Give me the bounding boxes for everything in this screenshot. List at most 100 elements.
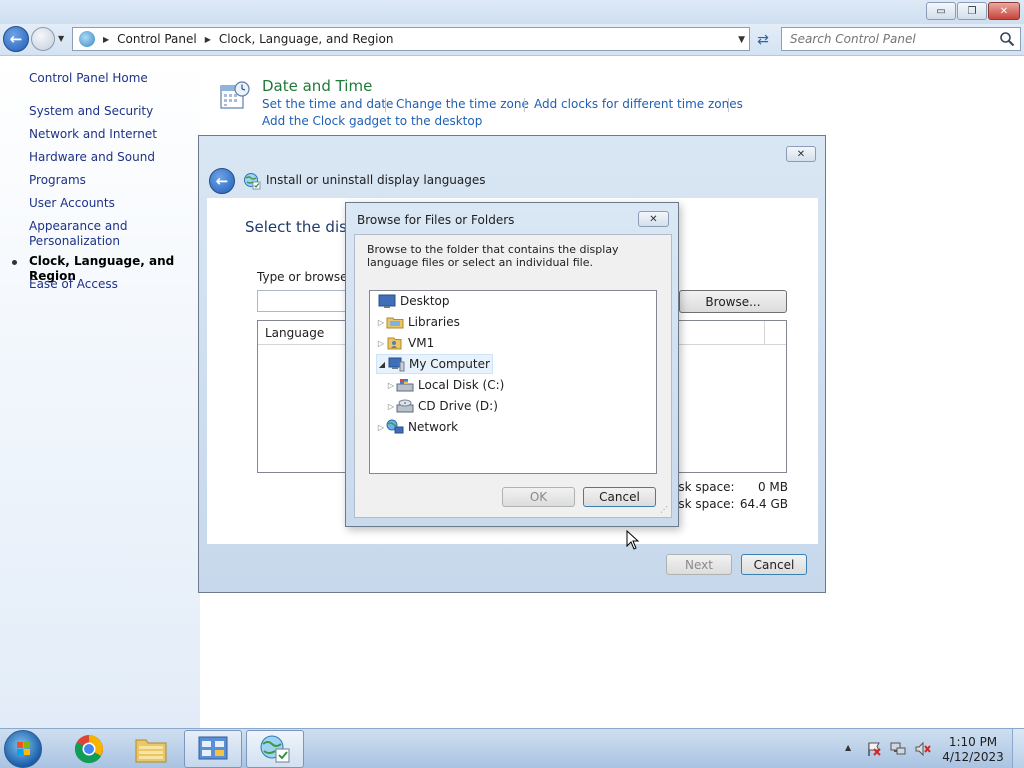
- maximize-button[interactable]: ❐: [957, 2, 987, 20]
- system-clock[interactable]: 1:10 PM 4/12/2023: [940, 735, 1006, 765]
- browse-button[interactable]: Browse...: [679, 290, 787, 313]
- desktop-icon: [378, 294, 396, 308]
- set-time-date-link[interactable]: Set the time and date: [262, 97, 393, 111]
- clock-date: 4/12/2023: [942, 750, 1004, 764]
- breadcrumb-clock-language-region[interactable]: Clock, Language, and Region: [219, 32, 394, 46]
- expand-arrow-icon[interactable]: ▷: [376, 318, 386, 327]
- sidebar-item-user-accounts[interactable]: User Accounts: [29, 196, 115, 211]
- expand-arrow-icon[interactable]: ▷: [386, 381, 396, 390]
- recent-pages-dropdown[interactable]: ▼: [58, 34, 64, 43]
- tree-node-local-disk[interactable]: ▷ Local Disk (C:): [386, 375, 504, 395]
- add-clocks-link[interactable]: Add clocks for different time zones: [534, 97, 743, 111]
- volume-muted-icon[interactable]: [915, 741, 931, 757]
- sidebar-item-network-internet[interactable]: Network and Internet: [29, 127, 157, 142]
- tree-node-label: My Computer: [409, 357, 490, 371]
- wizard-title: Install or uninstall display languages: [266, 173, 486, 187]
- taskbar-chrome[interactable]: [60, 730, 118, 768]
- tree-node-label: VM1: [408, 336, 435, 350]
- browse-cancel-button[interactable]: Cancel: [583, 487, 656, 507]
- start-button[interactable]: [4, 730, 42, 768]
- back-arrow-icon: ←: [215, 172, 229, 190]
- chevron-down-icon[interactable]: ▼: [738, 35, 745, 45]
- expand-arrow-icon[interactable]: ▷: [386, 402, 396, 411]
- wizard-heading: Select the disp: [245, 218, 357, 236]
- close-icon: ✕: [649, 213, 658, 225]
- refresh-button[interactable]: ⇄: [752, 30, 774, 50]
- expand-arrow-icon[interactable]: ▷: [376, 339, 386, 348]
- folder-tree[interactable]: Desktop ▷ Libraries ▷ VM1 ◢ My Computer …: [369, 290, 657, 474]
- required-space-value: 0 MB: [757, 480, 788, 494]
- resize-grip-icon[interactable]: ⋰: [660, 505, 668, 514]
- window-titlebar: ▭ ❐ ✕: [0, 0, 1024, 24]
- wizard-cancel-button[interactable]: Cancel: [741, 554, 807, 575]
- browse-dialog-title: Browse for Files or Folders: [357, 213, 515, 227]
- address-bar: ← ▼ ▶ Control Panel ▶ Clock, Language, a…: [0, 24, 1024, 56]
- sidebar-item-ease-of-access[interactable]: Ease of Access: [29, 277, 118, 292]
- minimize-button[interactable]: ▭: [926, 2, 956, 20]
- search-icon[interactable]: [999, 31, 1015, 47]
- back-button[interactable]: ←: [3, 26, 29, 52]
- date-time-section-title[interactable]: Date and Time: [262, 77, 372, 95]
- chrome-icon: [74, 735, 103, 764]
- tree-node-cd-drive[interactable]: ▷ CD Drive (D:): [386, 396, 498, 416]
- browse-dialog-panel: Browse to the folder that contains the d…: [354, 234, 672, 518]
- control-panel-icon: [79, 31, 95, 47]
- breadcrumb-control-panel[interactable]: Control Panel: [117, 32, 197, 46]
- change-time-zone-link[interactable]: Change the time zone: [396, 97, 529, 111]
- sidebar-item-appearance[interactable]: Appearance and Personalization: [29, 219, 189, 249]
- taskbar-explorer[interactable]: [122, 730, 180, 768]
- search-box[interactable]: [781, 27, 1021, 51]
- refresh-icon: ⇄: [757, 32, 769, 48]
- control-panel-icon: [198, 736, 228, 760]
- tree-node-libraries[interactable]: ▷ Libraries: [376, 312, 460, 332]
- sidebar-item-programs[interactable]: Programs: [29, 173, 86, 188]
- breadcrumb[interactable]: ▶ Control Panel ▶ Clock, Language, and R…: [72, 27, 750, 51]
- cd-drive-icon: [396, 399, 414, 413]
- user-folder-icon: [387, 337, 402, 350]
- link-divider: [728, 98, 729, 112]
- back-arrow-icon: ←: [9, 30, 23, 48]
- show-desktop-button[interactable]: [1012, 729, 1024, 768]
- next-button[interactable]: Next: [666, 554, 732, 575]
- close-icon: ✕: [796, 148, 806, 160]
- required-space-label: isk space:: [675, 480, 735, 494]
- minimize-icon: ▭: [936, 5, 946, 17]
- show-hidden-icons-button[interactable]: ▲: [845, 743, 851, 752]
- libraries-icon: [386, 317, 404, 329]
- chevron-right-icon[interactable]: ▶: [103, 35, 109, 44]
- clock-time: 1:10 PM: [948, 735, 998, 749]
- language-wizard-icon: [260, 735, 290, 763]
- tree-node-label: CD Drive (D:): [418, 399, 498, 413]
- tree-node-desktop[interactable]: Desktop: [378, 291, 450, 311]
- action-center-flag-icon[interactable]: [866, 741, 882, 757]
- expand-arrow-icon[interactable]: ▷: [376, 423, 386, 432]
- tree-node-vm1[interactable]: ▷ VM1: [376, 333, 434, 353]
- sidebar: Control Panel Home System and Security N…: [0, 57, 200, 728]
- tree-node-network[interactable]: ▷ Network: [376, 417, 458, 437]
- windows-logo-icon: [17, 742, 30, 755]
- search-input[interactable]: [790, 32, 990, 46]
- link-divider: [524, 98, 525, 112]
- taskbar-control-panel[interactable]: [184, 730, 242, 768]
- wizard-close-button[interactable]: ✕: [786, 146, 816, 162]
- forward-button[interactable]: [31, 27, 55, 51]
- network-tray-icon[interactable]: [890, 741, 906, 757]
- language-globe-icon: [244, 173, 261, 190]
- sidebar-item-system-security[interactable]: System and Security: [29, 104, 153, 119]
- wizard-back-button[interactable]: ←: [209, 168, 235, 194]
- available-space-value: 64.4 GB: [739, 497, 788, 511]
- maximize-icon: ❐: [967, 5, 977, 17]
- add-clock-gadget-link[interactable]: Add the Clock gadget to the desktop: [262, 114, 482, 128]
- close-button[interactable]: ✕: [988, 2, 1020, 20]
- sidebar-item-home[interactable]: Control Panel Home: [29, 71, 148, 86]
- calendar-clock-icon[interactable]: [218, 80, 250, 112]
- column-header-language[interactable]: Language: [265, 326, 324, 340]
- ok-button[interactable]: OK: [502, 487, 575, 507]
- chevron-right-icon[interactable]: ▶: [205, 35, 211, 44]
- collapse-arrow-icon[interactable]: ◢: [377, 360, 387, 369]
- taskbar: ▲ 1:10 PM 4/12/2023: [0, 728, 1024, 768]
- tree-node-my-computer[interactable]: ◢ My Computer: [376, 354, 493, 374]
- browse-close-button[interactable]: ✕: [638, 211, 669, 227]
- taskbar-language-wizard[interactable]: [246, 730, 304, 768]
- sidebar-item-hardware-sound[interactable]: Hardware and Sound: [29, 150, 155, 165]
